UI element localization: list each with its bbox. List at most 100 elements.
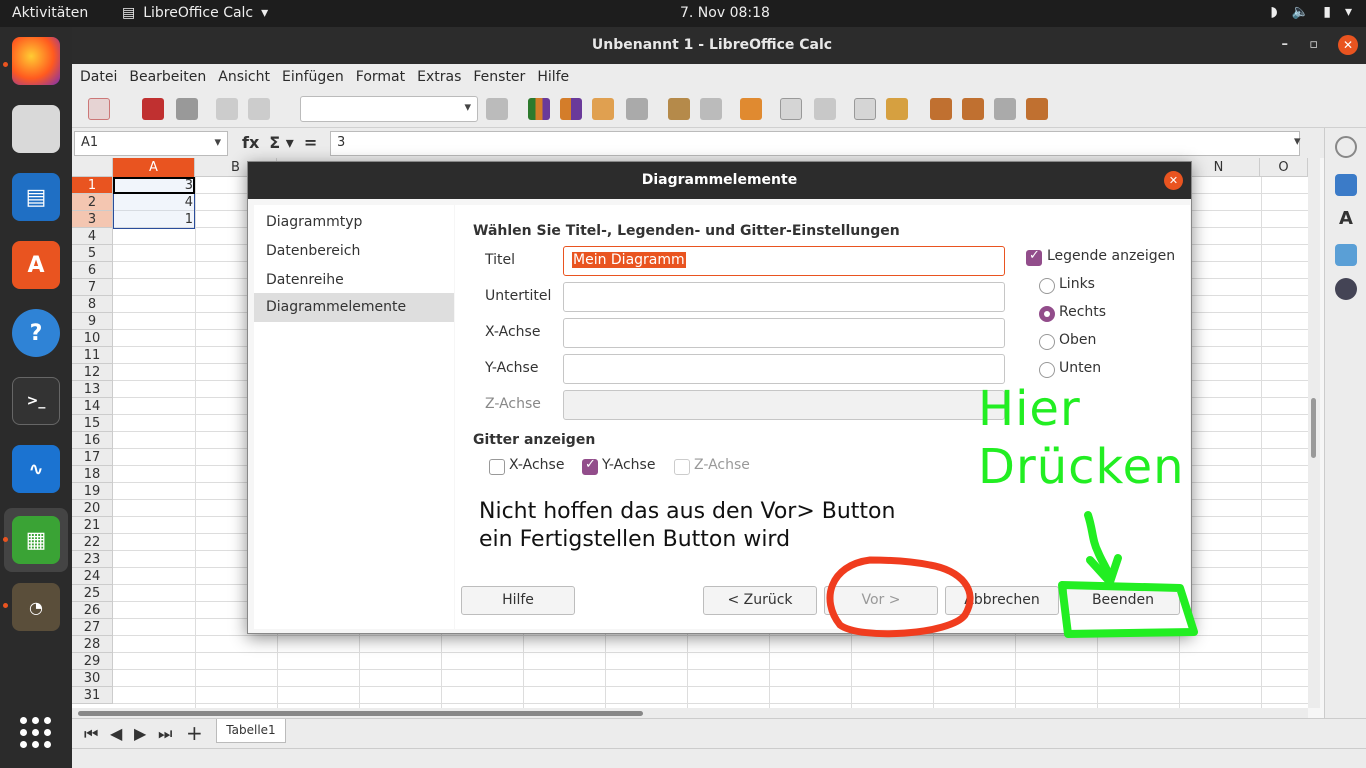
row-header[interactable]: 20 [72, 500, 113, 517]
menu-extras[interactable]: Extras [417, 64, 469, 90]
next-sheet-icon[interactable]: ▶ [134, 724, 146, 743]
last-sheet-icon[interactable]: ⏭ [158, 724, 172, 744]
properties-icon[interactable] [1335, 174, 1357, 196]
legend-top-radio[interactable] [1039, 334, 1055, 350]
terminal-icon[interactable]: >_ [12, 377, 60, 425]
row-header[interactable]: 19 [72, 483, 113, 500]
app-menu[interactable]: ▤ LibreOffice Calc ▾ [122, 5, 268, 21]
row-header[interactable]: 5 [72, 245, 113, 262]
menu-format[interactable]: Format [356, 64, 413, 90]
export-pdf-icon[interactable] [142, 98, 164, 120]
system-monitor-icon[interactable]: ∿ [12, 445, 60, 493]
step-datenreihe[interactable]: Datenreihe [254, 266, 454, 295]
legend-bottom-radio[interactable] [1039, 362, 1055, 378]
menu-fenster[interactable]: Fenster [473, 64, 533, 90]
legend-left-radio[interactable] [1039, 278, 1055, 294]
all-axes-icon[interactable] [1026, 98, 1048, 120]
row-header[interactable]: 9 [72, 313, 113, 330]
back-button[interactable]: < Zurück [703, 586, 817, 615]
vertical-grids-icon[interactable] [886, 98, 908, 120]
legend-icon[interactable] [814, 98, 836, 120]
data-table-icon[interactable] [560, 98, 582, 120]
prev-sheet-icon[interactable]: ◀ [110, 724, 122, 743]
cell-a1[interactable]: 3 [113, 178, 193, 193]
first-sheet-icon[interactable]: ⏮ [84, 724, 98, 744]
horizontal-scrollbar[interactable] [72, 708, 1308, 718]
legend-right-radio[interactable] [1039, 306, 1055, 322]
row-header[interactable]: 18 [72, 466, 113, 483]
sum-icon[interactable]: Σ ▾ [269, 133, 294, 152]
insert-titles-icon[interactable] [740, 98, 762, 120]
chart-type-icon[interactable] [528, 98, 550, 120]
clock[interactable]: 7. Nov 08:18 [680, 5, 770, 21]
activities-button[interactable]: Aktivitäten [12, 5, 88, 21]
menu-einfuegen[interactable]: Einfügen [282, 64, 352, 90]
help-button[interactable]: Hilfe [461, 586, 575, 615]
row-header[interactable]: 7 [72, 279, 113, 296]
row-header[interactable]: 16 [72, 432, 113, 449]
menu-bearbeiten[interactable]: Bearbeiten [129, 64, 214, 90]
show-apps-icon[interactable] [20, 717, 52, 749]
legend-show-checkbox[interactable] [1026, 248, 1042, 266]
firefox-icon[interactable] [12, 37, 60, 85]
step-diagrammtyp[interactable]: Diagrammtyp [254, 208, 454, 237]
help-icon[interactable]: ? [12, 309, 60, 357]
z-axis-icon[interactable] [994, 98, 1016, 120]
row-header[interactable]: 26 [72, 602, 113, 619]
row-header[interactable]: 28 [72, 636, 113, 653]
row-header[interactable]: 2 [72, 194, 113, 211]
column-header-a[interactable]: A [113, 158, 195, 177]
name-box[interactable]: A1 [74, 131, 228, 156]
untertitel-input[interactable] [563, 282, 1005, 312]
row-header[interactable]: 30 [72, 670, 113, 687]
row-header[interactable]: 24 [72, 568, 113, 585]
row-header[interactable]: 13 [72, 381, 113, 398]
legend-on-icon[interactable] [780, 98, 802, 120]
save-icon[interactable] [88, 98, 110, 120]
data-series-icon[interactable] [668, 98, 690, 120]
function-wizard-icon[interactable]: fx [242, 133, 259, 152]
expand-formula-icon[interactable]: ▾ [1294, 134, 1301, 149]
grid-toggle-icon[interactable] [700, 98, 722, 120]
styles-icon[interactable]: A [1335, 208, 1357, 230]
dialog-close-button[interactable]: ✕ [1164, 171, 1183, 190]
formula-input[interactable]: 3 [330, 131, 1300, 156]
software-center-icon[interactable]: A [12, 241, 60, 289]
menu-ansicht[interactable]: Ansicht [218, 64, 278, 90]
finish-button[interactable]: Beenden [1066, 586, 1180, 615]
cancel-button[interactable]: Abbrechen [945, 586, 1059, 615]
row-header[interactable]: 22 [72, 534, 113, 551]
row-header[interactable]: 15 [72, 415, 113, 432]
writer-icon[interactable]: ▤ [12, 173, 60, 221]
column-header-o[interactable]: O [1260, 158, 1308, 177]
files-icon[interactable] [12, 105, 60, 153]
row-header[interactable]: 21 [72, 517, 113, 534]
scroll-thumb[interactable] [1311, 398, 1316, 458]
row-header[interactable]: 8 [72, 296, 113, 313]
menu-datei[interactable]: Datei [80, 64, 125, 90]
corner-select-all[interactable] [72, 158, 113, 177]
row-header[interactable]: 11 [72, 347, 113, 364]
scroll-thumb[interactable] [78, 711, 643, 716]
row-header[interactable]: 29 [72, 653, 113, 670]
chart-element-select[interactable] [300, 96, 478, 122]
navigator-icon[interactable] [1335, 278, 1357, 300]
row-header[interactable]: 23 [72, 551, 113, 568]
add-sheet-icon[interactable]: + [186, 721, 203, 745]
format-selection-icon[interactable] [486, 98, 508, 120]
row-header[interactable]: 10 [72, 330, 113, 347]
system-tray[interactable]: ◗ 🔈 ▮ ▾ [1270, 4, 1352, 20]
gallery-icon[interactable] [1335, 244, 1357, 266]
grid-y-checkbox[interactable] [582, 457, 598, 475]
row-header[interactable]: 1 [72, 177, 113, 194]
redo-icon[interactable] [248, 98, 270, 120]
minimize-icon[interactable]: – [1282, 37, 1289, 52]
cell-a3[interactable]: 1 [113, 212, 193, 227]
close-window-button[interactable]: ✕ [1338, 35, 1358, 55]
step-diagrammelemente[interactable]: Diagrammelemente [254, 293, 454, 322]
row-header[interactable]: 3 [72, 211, 113, 228]
row-header[interactable]: 31 [72, 687, 113, 704]
row-header[interactable]: 6 [72, 262, 113, 279]
print-icon[interactable] [176, 98, 198, 120]
grid-x-checkbox[interactable] [489, 459, 505, 475]
